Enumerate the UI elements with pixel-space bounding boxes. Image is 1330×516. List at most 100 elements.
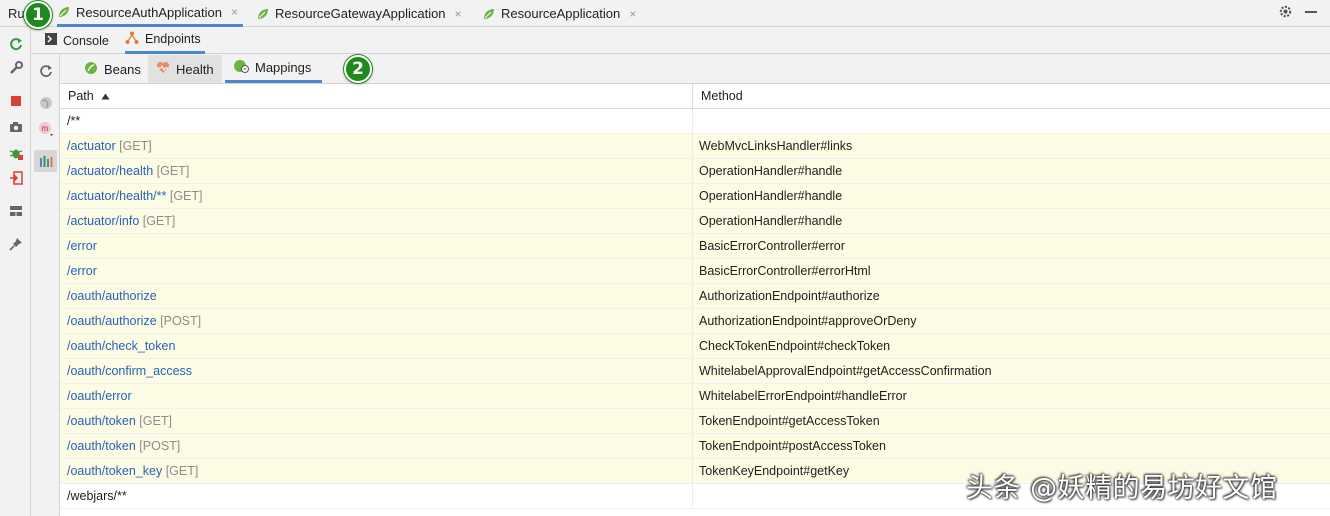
close-icon[interactable]: × (231, 5, 238, 19)
cell-divider (692, 334, 693, 359)
table-body: /** /actuator [GET] WebMvcLinksHandler#lin… (60, 109, 1330, 509)
table-row[interactable]: /actuator/health [GET] OperationHandler#h… (60, 159, 1330, 184)
table-row[interactable]: /** (60, 109, 1330, 134)
tab-beans[interactable]: Beans (76, 55, 149, 83)
heart-icon (156, 61, 170, 77)
module-dropdown-icon[interactable]: m (37, 120, 54, 137)
http-method-tag: [GET] (115, 139, 152, 153)
path-cell[interactable]: /oauth/token [POST] (67, 439, 180, 453)
path-text: /** (67, 114, 81, 128)
table-row[interactable]: /error BasicErrorController#errorHtml (60, 259, 1330, 284)
table-row[interactable]: /actuator/health/** [GET] OperationHandle… (60, 184, 1330, 209)
path-cell[interactable]: /oauth/confirm_access (67, 364, 192, 378)
exit-icon[interactable] (7, 169, 24, 186)
method-cell: BasicErrorController#error (699, 239, 845, 253)
column-header-path[interactable]: Path (68, 89, 110, 103)
http-method-tag: [GET] (139, 214, 176, 228)
tab-console-label: Console (63, 33, 109, 48)
method-cell: TokenEndpoint#postAccessToken (699, 439, 886, 453)
cell-divider (692, 109, 693, 134)
run-toolbar (0, 27, 31, 516)
cell-divider (692, 284, 693, 309)
path-text: /actuator/health (67, 164, 154, 178)
path-text: /oauth/error (67, 389, 132, 403)
stop-icon[interactable] (7, 92, 24, 109)
path-cell[interactable]: /oauth/check_token (67, 339, 175, 353)
method-cell: WhitelabelErrorEndpoint#handleError (699, 389, 907, 403)
method-cell: AuthorizationEndpoint#approveOrDeny (699, 314, 917, 328)
cell-divider (692, 359, 693, 384)
tab-mappings-label: Mappings (255, 60, 312, 75)
tab-mappings[interactable]: Mappings (225, 55, 322, 83)
path-cell[interactable]: /actuator [GET] (67, 139, 152, 153)
close-icon[interactable]: × (629, 7, 636, 21)
gear-icon[interactable] (1278, 4, 1293, 23)
path-cell[interactable]: /error (67, 239, 97, 253)
rerun-icon[interactable] (7, 35, 24, 52)
path-text: /oauth/authorize (67, 314, 157, 328)
cell-divider (692, 309, 693, 334)
tab-endpoints[interactable]: Endpoints (125, 27, 205, 54)
path-cell[interactable]: /actuator/health/** [GET] (67, 189, 203, 203)
path-text: /oauth/confirm_access (67, 364, 193, 378)
path-cell[interactable]: /oauth/token_key [GET] (67, 464, 198, 478)
camera-icon[interactable] (7, 118, 24, 135)
cell-divider (692, 484, 693, 509)
path-text: /error (67, 239, 97, 253)
endpoint-tabs: Beans Health Mappings (60, 54, 1330, 84)
debug-icon[interactable] (7, 144, 24, 161)
column-divider[interactable] (692, 84, 693, 109)
run-tab-resource-application[interactable]: ResourceApplication × (482, 0, 636, 27)
run-tab-label: ResourceAuthApplication (76, 4, 222, 20)
layout-icon[interactable] (7, 202, 24, 219)
http-method-tag: [POST] (156, 314, 202, 328)
wrench-icon[interactable] (7, 59, 24, 76)
pin-icon[interactable] (7, 235, 24, 252)
http-method-tag: [POST] (135, 439, 181, 453)
callout-badge-1: 1 (24, 1, 52, 29)
tab-console[interactable]: Console (45, 27, 109, 54)
table-row[interactable]: /oauth/token [GET] TokenEndpoint#getAcces… (60, 409, 1330, 434)
table-row[interactable]: /oauth/confirm_access WhitelabelApprovalE… (60, 359, 1330, 384)
path-cell[interactable]: /actuator/info [GET] (67, 214, 175, 228)
table-row[interactable]: /oauth/check_token CheckTokenEndpoint#che… (60, 334, 1330, 359)
table-row[interactable]: /actuator [GET] WebMvcLinksHandler#links (60, 134, 1330, 159)
path-cell[interactable]: /oauth/error (67, 389, 132, 403)
path-cell[interactable]: /oauth/authorize (67, 289, 157, 303)
globe-icon[interactable] (37, 94, 54, 111)
table-row[interactable]: /error BasicErrorController#error (60, 234, 1330, 259)
table-row[interactable]: /oauth/authorize AuthorizationEndpoint#au… (60, 284, 1330, 309)
table-row[interactable]: /oauth/token [POST] TokenEndpoint#postAcc… (60, 434, 1330, 459)
http-method-tag: [GET] (153, 164, 190, 178)
cell-divider (692, 259, 693, 284)
tab-health[interactable]: Health (148, 55, 222, 83)
bean-icon (84, 61, 98, 78)
spring-boot-icon (256, 7, 270, 21)
http-method-tag: [GET] (135, 414, 172, 428)
path-cell[interactable]: /actuator/health [GET] (67, 164, 189, 178)
run-content-tabs: Console Endpoints (31, 27, 1330, 54)
minimize-icon[interactable] (1304, 4, 1318, 23)
refresh-icon[interactable] (37, 62, 54, 79)
path-cell[interactable]: /oauth/authorize [POST] (67, 314, 201, 328)
cell-divider (692, 384, 693, 409)
console-icon (45, 33, 57, 48)
tab-health-label: Health (176, 61, 214, 77)
column-header-method[interactable]: Method (701, 89, 743, 103)
spring-boot-icon (482, 7, 496, 21)
bar-chart-icon[interactable] (34, 150, 57, 172)
close-icon[interactable]: × (455, 7, 462, 21)
method-cell: WebMvcLinksHandler#links (699, 139, 853, 153)
run-tab-resource-auth-application[interactable]: ResourceAuthApplication × (57, 0, 243, 27)
table-row[interactable]: /oauth/authorize [POST] AuthorizationEndp… (60, 309, 1330, 334)
table-row[interactable]: /actuator/info [GET] OperationHandler#han… (60, 209, 1330, 234)
path-text: /actuator/info (67, 214, 140, 228)
tab-beans-label: Beans (104, 61, 141, 77)
path-cell[interactable]: /oauth/token [GET] (67, 414, 172, 428)
run-window-title: Ru (8, 6, 25, 21)
run-tab-resource-gateway-application[interactable]: ResourceGatewayApplication × (256, 0, 462, 27)
table-row[interactable]: /oauth/error WhitelabelErrorEndpoint#hand… (60, 384, 1330, 409)
callout-badge-2: 2 (344, 55, 372, 83)
path-cell[interactable]: /error (67, 264, 97, 278)
cell-divider (692, 434, 693, 459)
